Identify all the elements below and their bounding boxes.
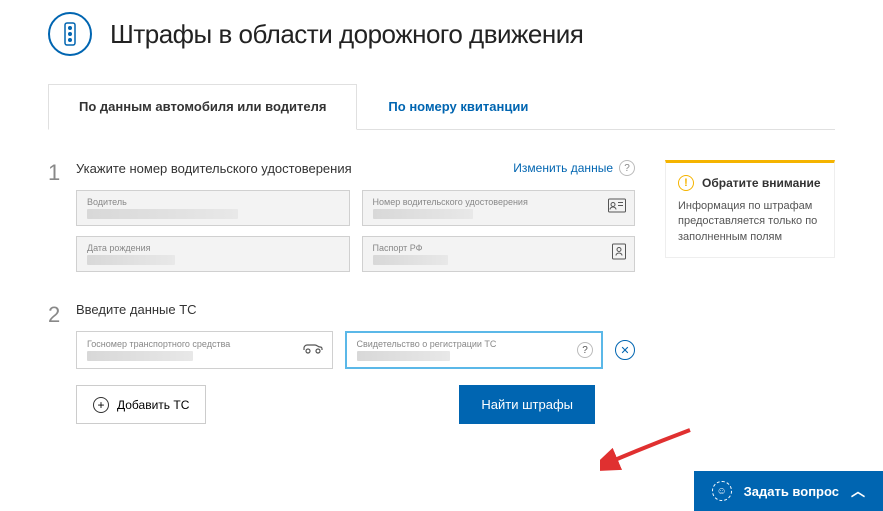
add-vehicle-button[interactable]: + Добавить ТС [76, 385, 206, 424]
license-label: Номер водительского удостоверения [373, 197, 625, 207]
dob-value-redacted [87, 255, 175, 265]
tab-by-receipt[interactable]: По номеру квитанции [357, 84, 559, 129]
driver-label: Водитель [87, 197, 339, 207]
passport-value-redacted [373, 255, 448, 265]
chat-icon: ☺ [712, 481, 732, 501]
registration-label: Свидетельство о регистрации ТС [357, 339, 592, 349]
ask-question-widget[interactable]: ☺ Задать вопрос ︿ [694, 471, 883, 511]
help-icon[interactable]: ? [577, 342, 593, 358]
page-header: Штрафы в области дорожного движения [48, 12, 835, 56]
registration-value-redacted [357, 351, 451, 361]
warning-icon: ! [678, 175, 694, 191]
plate-label: Госномер транспортного средства [87, 339, 322, 349]
warning-title: Обратите внимание [702, 176, 821, 190]
warning-box: ! Обратите внимание Информация по штрафа… [665, 160, 835, 258]
change-data-label: Изменить данные [513, 161, 613, 175]
traffic-light-icon [48, 12, 92, 56]
page-title: Штрафы в области дорожного движения [110, 19, 583, 50]
section2-title: Введите данные ТС [76, 302, 197, 317]
plate-value-redacted [87, 351, 193, 361]
add-vehicle-label: Добавить ТС [117, 398, 189, 412]
tabs: По данным автомобиля или водителя По ном… [48, 84, 835, 130]
dob-label: Дата рождения [87, 243, 339, 253]
license-field: Номер водительского удостоверения [362, 190, 636, 226]
help-icon[interactable]: ? [619, 160, 635, 176]
chevron-up-icon: ︿ [851, 481, 865, 501]
clear-button[interactable]: ✕ [615, 340, 635, 360]
passport-icon [612, 244, 626, 265]
license-value-redacted [373, 209, 474, 219]
ask-question-label: Задать вопрос [744, 484, 839, 499]
driver-field: Водитель [76, 190, 350, 226]
find-fines-button[interactable]: Найти штрафы [459, 385, 595, 424]
driver-value-redacted [87, 209, 238, 219]
step-number-2: 2 [48, 302, 76, 424]
tab-by-vehicle-driver[interactable]: По данным автомобиля или водителя [48, 84, 357, 130]
plus-icon: + [93, 397, 109, 413]
dob-field: Дата рождения [76, 236, 350, 272]
passport-label: Паспорт РФ [373, 243, 625, 253]
warning-text: Информация по штрафам предоставляется то… [678, 199, 822, 245]
step-number-1: 1 [48, 160, 76, 282]
plate-field[interactable]: Госномер транспортного средства [76, 331, 333, 369]
passport-field: Паспорт РФ [362, 236, 636, 272]
section1-title: Укажите номер водительского удостоверени… [76, 161, 352, 176]
change-data-link[interactable]: Изменить данные ? [513, 160, 635, 176]
id-card-icon [608, 199, 626, 218]
car-icon [302, 341, 324, 359]
registration-field[interactable]: Свидетельство о регистрации ТС ? [345, 331, 604, 369]
